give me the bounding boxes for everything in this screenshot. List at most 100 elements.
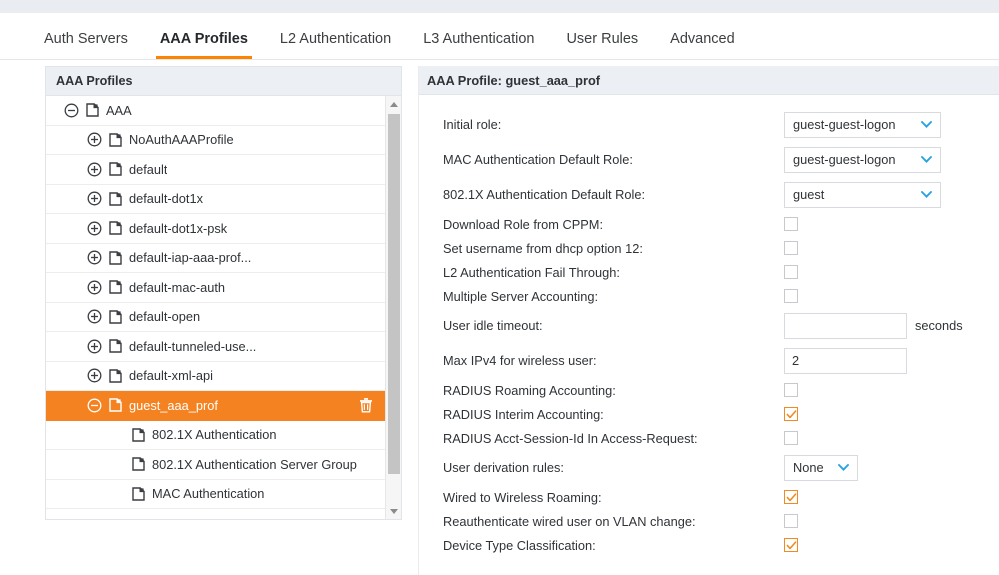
profile-doc-icon xyxy=(86,103,99,117)
input-max-ipv4-for-wireless-user[interactable]: 2 xyxy=(784,347,907,374)
field-label: RADIUS Interim Accounting: xyxy=(443,406,604,422)
tab-l2-authentication[interactable]: L2 Authentication xyxy=(264,31,407,60)
aaa-profiles-tree-panel: AAA Profiles AAA NoAuthAAAProfile default d… xyxy=(45,66,402,520)
select-initial-role[interactable]: guest-guest-logon xyxy=(784,111,941,138)
form-row-802-1x-authentication-default-role: 802.1X Authentication Default Role: guest xyxy=(419,177,999,212)
field-control xyxy=(784,265,798,279)
tree-panel-header: AAA Profiles xyxy=(45,66,402,95)
aaa-profile-detail-panel: AAA Profile: guest_aaa_prof Initial role… xyxy=(418,66,999,575)
select-mac-authentication-default-role[interactable]: guest-guest-logon xyxy=(784,146,941,173)
minus-circle-icon[interactable] xyxy=(87,398,102,413)
tab-auth-servers[interactable]: Auth Servers xyxy=(28,31,144,60)
minus-circle-icon[interactable] xyxy=(64,103,79,118)
tab-label: L3 Authentication xyxy=(423,30,535,47)
field-control: guest-guest-logon xyxy=(784,111,941,138)
form-row-device-type-classification: Device Type Classification: xyxy=(419,533,999,557)
tree-body: AAA NoAuthAAAProfile default default-dot1x d… xyxy=(45,95,402,520)
tree-row-label: default-tunneled-use... xyxy=(129,338,257,354)
tab-label: AAA Profiles xyxy=(159,30,248,47)
scroll-down-arrow-icon[interactable] xyxy=(386,503,401,519)
checkbox-wired-to-wireless-roaming[interactable] xyxy=(784,490,798,504)
field-label: User derivation rules: xyxy=(443,460,564,475)
tree-row[interactable]: 802.1X Authentication Server Group xyxy=(46,450,385,480)
tree-row[interactable]: guest_aaa_prof xyxy=(46,391,385,421)
checkbox-multiple-server-accounting[interactable] xyxy=(784,289,798,303)
input-user-idle-timeout[interactable] xyxy=(784,312,907,339)
tab-user-rules[interactable]: User Rules xyxy=(550,31,654,60)
plus-circle-icon[interactable] xyxy=(87,368,102,383)
checkbox-radius-acct-session-id-in-access-request[interactable] xyxy=(784,431,798,445)
aaa-profiles-screen: Auth Servers AAA Profiles L2 Authenticatio… xyxy=(0,0,999,575)
trash-icon[interactable] xyxy=(359,398,373,413)
field-control xyxy=(784,431,798,445)
plus-circle-icon[interactable] xyxy=(87,250,102,265)
profile-doc-icon xyxy=(109,369,122,383)
field-control xyxy=(784,241,798,255)
chevron-down-icon xyxy=(838,464,849,471)
tab-aaa-profiles[interactable]: AAA Profiles xyxy=(144,30,264,60)
tree-row[interactable]: default xyxy=(46,155,385,185)
tree-scrollbar[interactable] xyxy=(385,96,401,519)
profile-doc-icon xyxy=(109,398,122,412)
profile-doc-icon xyxy=(132,428,145,442)
checkbox-radius-roaming-accounting[interactable] xyxy=(784,383,798,397)
field-label: L2 Authentication Fail Through: xyxy=(443,264,620,280)
checkbox-reauthenticate-wired-user-on-vlan-change[interactable] xyxy=(784,514,798,528)
tree-row[interactable]: NoAuthAAAProfile xyxy=(46,125,385,155)
field-control xyxy=(784,217,798,231)
select-802-1x-authentication-default-role[interactable]: guest xyxy=(784,181,941,208)
checkbox-l2-authentication-fail-through[interactable] xyxy=(784,265,798,279)
plus-circle-icon[interactable] xyxy=(87,132,102,147)
plus-circle-icon[interactable] xyxy=(87,221,102,236)
select-value: guest-guest-logon xyxy=(793,117,896,132)
select-user-derivation-rules[interactable]: None xyxy=(784,454,858,481)
tree-row[interactable]: default-xml-api xyxy=(46,361,385,391)
tree-row[interactable]: MAC Authentication xyxy=(46,479,385,509)
profile-doc-icon xyxy=(109,339,122,353)
aaa-profile-form: Initial role: guest-guest-logon MAC Authen… xyxy=(419,95,999,557)
checkbox-device-type-classification[interactable] xyxy=(784,538,798,552)
tree-row[interactable]: default-dot1x-psk xyxy=(46,214,385,244)
tree-row[interactable]: default-iap-aaa-prof... xyxy=(46,243,385,273)
form-row-multiple-server-accounting: Multiple Server Accounting: xyxy=(419,284,999,308)
checkbox-set-username-from-dhcp-option-12[interactable] xyxy=(784,241,798,255)
tab-bar: Auth Servers AAA Profiles L2 Authenticatio… xyxy=(0,13,999,60)
form-row-download-role-from-cppm: Download Role from CPPM: xyxy=(419,212,999,236)
field-control: 2 xyxy=(784,347,907,374)
field-label: Set username from dhcp option 12: xyxy=(443,240,643,256)
form-row-wired-to-wireless-roaming: Wired to Wireless Roaming: xyxy=(419,485,999,509)
checkbox-download-role-from-cppm[interactable] xyxy=(784,217,798,231)
tab-label: Advanced xyxy=(670,30,735,47)
plus-circle-icon[interactable] xyxy=(87,339,102,354)
profile-doc-icon xyxy=(132,487,145,501)
tab-l3-authentication[interactable]: L3 Authentication xyxy=(407,30,550,60)
plus-circle-icon[interactable] xyxy=(87,280,102,295)
field-label: Max IPv4 for wireless user: xyxy=(443,353,597,368)
field-label: RADIUS Acct-Session-Id In Access-Request… xyxy=(443,430,698,446)
plus-circle-icon[interactable] xyxy=(87,309,102,324)
tab-advanced[interactable]: Advanced xyxy=(654,30,751,60)
form-row-radius-interim-accounting: RADIUS Interim Accounting: xyxy=(419,402,999,426)
tree-row[interactable]: 802.1X Authentication xyxy=(46,420,385,450)
field-control xyxy=(784,538,798,552)
tree-row[interactable]: default-dot1x xyxy=(46,184,385,214)
tree-row-list: AAA NoAuthAAAProfile default default-dot1x d… xyxy=(46,96,385,509)
form-row-user-derivation-rules: User derivation rules: None xyxy=(419,450,999,485)
field-control xyxy=(784,514,798,528)
plus-circle-icon[interactable] xyxy=(87,162,102,177)
field-control xyxy=(784,407,798,421)
plus-circle-icon[interactable] xyxy=(87,191,102,206)
tree-row[interactable]: AAA xyxy=(46,96,385,126)
tree-row[interactable]: default-tunneled-use... xyxy=(46,332,385,362)
tree-panel-title: AAA Profiles xyxy=(56,74,133,88)
checkbox-radius-interim-accounting[interactable] xyxy=(784,407,798,421)
field-label: Reauthenticate wired user on VLAN change… xyxy=(443,513,696,529)
scrollbar-thumb[interactable] xyxy=(388,114,400,474)
form-row-l2-authentication-fail-through: L2 Authentication Fail Through: xyxy=(419,260,999,284)
tree-row-label: default xyxy=(129,161,168,177)
tree-row[interactable]: default-open xyxy=(46,302,385,332)
tree-row[interactable]: default-mac-auth xyxy=(46,273,385,303)
tree-row-label: 802.1X Authentication xyxy=(152,427,277,443)
scroll-up-arrow-icon[interactable] xyxy=(386,96,401,112)
field-control: guest-guest-logon xyxy=(784,146,941,173)
